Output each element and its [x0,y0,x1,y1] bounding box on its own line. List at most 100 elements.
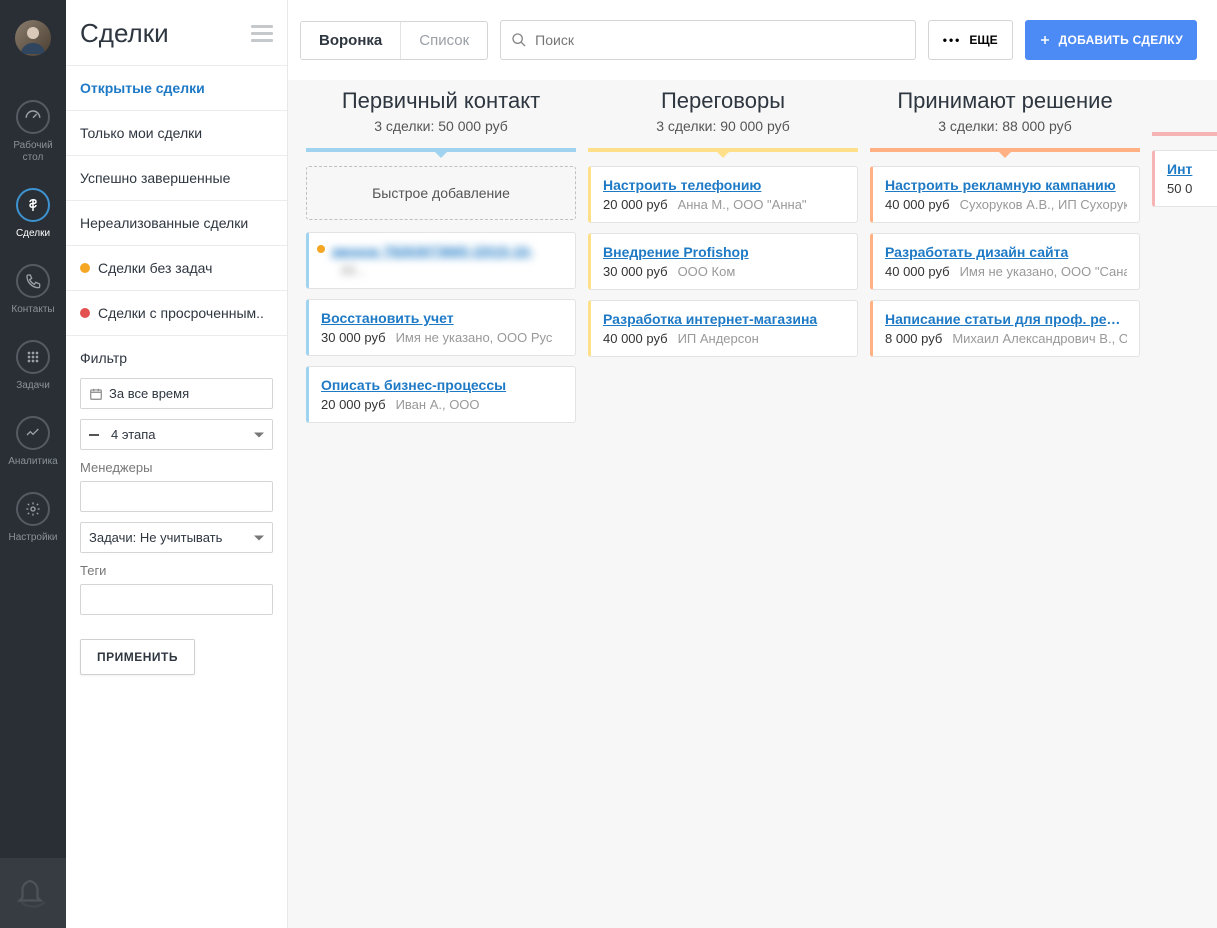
deal-card[interactable]: Восстановить учет 30 000 руб Имя не указа… [306,299,576,356]
nav-deals[interactable]: Сделки [0,174,66,250]
date-filter-input[interactable]: За все время [80,378,273,409]
card-contact: 89... [341,263,366,278]
card-meta: 20 000 руб Анна М., ООО "Анна" [603,197,845,212]
card-contact: Имя не указано, ООО "Санам [960,264,1127,279]
deal-card[interactable]: Инт 50 0 [1152,150,1217,207]
column-header: Первичный контакт 3 сделки: 50 000 руб [306,80,576,148]
deal-card[interactable]: Настроить рекламную кампанию 40 000 рубС… [870,166,1140,223]
chart-icon [16,416,50,450]
deal-card[interactable]: Написание статьи для проф. ресур 8 000 р… [870,300,1140,357]
nav-contacts[interactable]: Контакты [0,250,66,326]
search-box[interactable] [500,20,916,60]
tab-list[interactable]: Список [401,22,487,59]
card-meta: 40 000 рубИП Андерсон [603,331,845,346]
view-tabs: Воронка Список [300,21,488,60]
filter-won-deals[interactable]: Успешно завершенные [66,156,287,201]
column-color-bar [870,148,1140,152]
deal-card[interactable]: Настроить телефонию 20 000 рубАнна М., О… [588,166,858,223]
tab-funnel[interactable]: Воронка [301,22,401,59]
card-contact: ООО Ком [678,264,736,279]
main-nav: Рабочий стол Сделки Контакты Задачи Анал… [0,0,66,928]
kanban-column: Переговоры 3 сделки: 90 000 руб Настроит… [582,80,864,433]
quick-add-card[interactable]: Быстрое добавление [306,166,576,220]
stages-select[interactable]: 4 этапа [80,419,273,450]
gauge-icon [16,100,50,134]
tags-input[interactable] [80,584,273,615]
deal-card[interactable]: Разработать дизайн сайта 40 000 рубИмя н… [870,233,1140,290]
card-price: 50 0 [1167,181,1192,196]
card-meta: 50 0 [1167,181,1217,196]
deal-card[interactable]: Разработка интернет-магазина 40 000 рубИ… [588,300,858,357]
filter-label: Открытые сделки [80,80,205,96]
apply-button[interactable]: ПРИМЕНИТЬ [80,639,195,675]
card-price: 20 000 руб [603,197,668,212]
column-color-bar [306,148,576,152]
card-price: 8 000 руб [885,331,942,346]
card-contact: ИП Андерсон [678,331,759,346]
filter-overdue[interactable]: Сделки с просроченным.. [66,291,287,336]
filter-list: Открытые сделки Только мои сделки Успешн… [66,65,287,336]
card-title: Восстановить учет [321,310,563,326]
add-deal-button[interactable]: ДОБАВИТЬ СДЕЛКУ [1025,20,1197,60]
card-price: 20 000 руб [321,397,386,412]
filter-my-deals[interactable]: Только мои сделки [66,111,287,156]
button-label: ДОБАВИТЬ СДЕЛКУ [1059,33,1183,47]
card-title: звонок 79263073665 (2015-10- [331,243,563,259]
toolbar: Воронка Список ••• ЕЩЕ ДОБАВИТЬ СДЕЛКУ [288,0,1217,80]
dash-icon [89,434,99,436]
card-price: 30 000 руб [321,330,386,345]
tasks-select[interactable]: Задачи: Не учитывать [80,522,273,553]
sidebar: Сделки Открытые сделки Только мои сделки… [66,0,288,928]
nav-label: Настройки [8,532,57,544]
column-header: Переговоры 3 сделки: 90 000 руб [588,80,858,148]
column-header: Со [1152,80,1217,132]
nav-dashboard[interactable]: Рабочий стол [0,86,66,174]
nav-settings[interactable]: Настройки [0,478,66,554]
deal-card[interactable]: Внедрение Profishop 30 000 рубООО Ком [588,233,858,290]
column-subtitle: 3 сделки: 90 000 руб [588,118,858,134]
deal-card[interactable]: звонок 79263073665 (2015-10- 89... [306,232,576,289]
managers-label: Менеджеры [80,460,273,475]
filter-lost-deals[interactable]: Нереализованные сделки [66,201,287,246]
card-meta: 8 000 рубМихаил Александрович В., О [885,331,1127,346]
card-title: Настроить рекламную кампанию [885,177,1127,193]
more-button[interactable]: ••• ЕЩЕ [928,20,1013,60]
select-value: 4 этапа [111,427,156,442]
card-contact: Сухоруков А.В., ИП Сухорукс [960,197,1127,212]
filter-open-deals[interactable]: Открытые сделки [66,66,287,111]
column-subtitle: 3 сделки: 88 000 руб [870,118,1140,134]
card-contact: Имя не указано, ООО Рус [396,330,553,345]
nav-bottom[interactable] [0,858,66,928]
calendar-icon [89,387,103,401]
card-meta: 30 000 руб Имя не указано, ООО Рус [321,330,563,345]
card-price: 40 000 руб [885,264,950,279]
filter-label: Успешно завершенные [80,170,230,186]
dollar-icon [16,188,50,222]
filter-no-tasks[interactable]: Сделки без задач [66,246,287,291]
nav-tasks[interactable]: Задачи [0,326,66,402]
status-dot-icon [317,245,325,253]
phone-icon [16,264,50,298]
dots-icon: ••• [943,33,962,47]
card-meta: 40 000 руб Имя не указано, ООО "Санам [885,264,1127,279]
column-header: Принимают решение 3 сделки: 88 000 руб [870,80,1140,148]
card-meta: 89... [331,263,563,278]
card-title: Написание статьи для проф. ресур [885,311,1127,327]
avatar[interactable] [15,20,51,56]
plus-icon [1039,34,1051,46]
deal-card[interactable]: Описать бизнес-процессы 20 000 руб Иван А… [306,366,576,423]
column-color-bar [588,148,858,152]
menu-icon[interactable] [251,25,273,42]
nav-label: Рабочий стол [13,140,52,164]
card-contact: Анна М., ООО "Анна" [678,197,807,212]
bell-phone-icon [15,875,51,911]
managers-input[interactable] [80,481,273,512]
card-price: 30 000 руб [603,264,668,279]
kanban-column: Первичный контакт 3 сделки: 50 000 руб Б… [300,80,582,433]
main: Воронка Список ••• ЕЩЕ ДОБАВИТЬ СДЕЛКУ П… [288,0,1217,928]
column-title: Со [1152,88,1217,114]
search-input[interactable] [527,32,905,48]
nav-analytics[interactable]: Аналитика [0,402,66,478]
card-title: Описать бизнес-процессы [321,377,563,393]
card-contact: Иван А., ООО [396,397,480,412]
